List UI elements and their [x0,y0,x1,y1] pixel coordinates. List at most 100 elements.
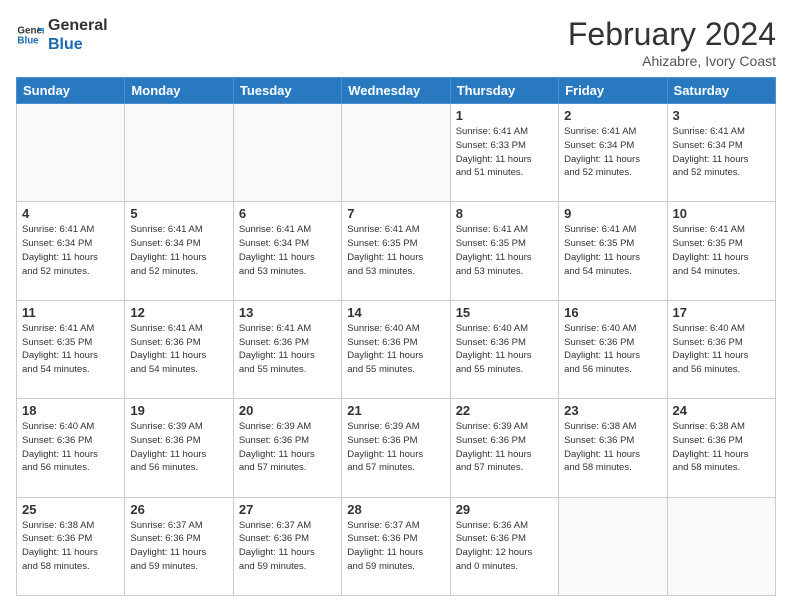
calendar-cell: 12 Sunrise: 6:41 AM Sunset: 6:36 PM Dayli… [125,300,233,398]
day-number: 15 [456,305,553,320]
calendar-cell: 2Sunrise: 6:41 AM Sunset: 6:34 PM Daylig… [559,104,667,202]
weekday-header-thursday: Thursday [450,78,558,104]
calendar-table: SundayMondayTuesdayWednesdayThursdayFrid… [16,77,776,596]
calendar-cell: 11 Sunrise: 6:41 AM Sunset: 6:35 PM Dayli… [17,300,125,398]
calendar-cell: 1 Sunrise: 6:41 AM Sunset: 6:33 PM Daylig… [450,104,558,202]
day-info: Sunrise: 6:41 AM Sunset: 6:35 PM Dayligh… [22,322,119,377]
calendar-cell: 7Sunrise: 6:41 AM Sunset: 6:35 PM Daylig… [342,202,450,300]
day-info: Sunrise: 6:37 AM Sunset: 6:36 PM Dayligh… [347,519,444,574]
day-number: 29 [456,502,553,517]
day-number: 10 [673,206,770,221]
weekday-header-saturday: Saturday [667,78,775,104]
day-info: Sunrise: 6:38 AM Sunset: 6:36 PM Dayligh… [673,420,770,475]
day-number: 12 [130,305,227,320]
calendar-cell: 20 Sunrise: 6:39 AM Sunset: 6:36 PM Dayli… [233,399,341,497]
calendar-cell: 19 Sunrise: 6:39 AM Sunset: 6:36 PM Dayli… [125,399,233,497]
calendar-cell [17,104,125,202]
day-number: 17 [673,305,770,320]
day-info: Sunrise: 6:41 AM Sunset: 6:36 PM Dayligh… [239,322,336,377]
calendar-cell: 17 Sunrise: 6:40 AM Sunset: 6:36 PM Dayli… [667,300,775,398]
day-info: Sunrise: 6:40 AM Sunset: 6:36 PM Dayligh… [456,322,553,377]
month-year: February 2024 [568,16,776,53]
header: General Blue General Blue February 2024 … [16,16,776,69]
day-number: 3 [673,108,770,123]
calendar-cell: 13 Sunrise: 6:41 AM Sunset: 6:36 PM Dayli… [233,300,341,398]
calendar-cell: 25 Sunrise: 6:38 AM Sunset: 6:36 PM Dayli… [17,497,125,595]
svg-text:Blue: Blue [17,36,39,47]
calendar-cell [559,497,667,595]
calendar-cell: 16Sunrise: 6:40 AM Sunset: 6:36 PM Dayli… [559,300,667,398]
location: Ahizabre, Ivory Coast [568,53,776,69]
day-info: Sunrise: 6:37 AM Sunset: 6:36 PM Dayligh… [130,519,227,574]
calendar-week-3: 11 Sunrise: 6:41 AM Sunset: 6:35 PM Dayli… [17,300,776,398]
day-number: 7 [347,206,444,221]
logo: General Blue General Blue [16,16,108,54]
day-info: Sunrise: 6:37 AM Sunset: 6:36 PM Dayligh… [239,519,336,574]
calendar-week-5: 25 Sunrise: 6:38 AM Sunset: 6:36 PM Dayli… [17,497,776,595]
day-info: Sunrise: 6:40 AM Sunset: 6:36 PM Dayligh… [673,322,770,377]
weekday-header-monday: Monday [125,78,233,104]
day-number: 4 [22,206,119,221]
day-info: Sunrise: 6:41 AM Sunset: 6:34 PM Dayligh… [130,223,227,278]
day-info: Sunrise: 6:41 AM Sunset: 6:36 PM Dayligh… [130,322,227,377]
day-number: 25 [22,502,119,517]
day-info: Sunrise: 6:38 AM Sunset: 6:36 PM Dayligh… [22,519,119,574]
day-number: 23 [564,403,661,418]
calendar-cell: 29 Sunrise: 6:36 AM Sunset: 6:36 PM Dayli… [450,497,558,595]
day-number: 22 [456,403,553,418]
day-number: 5 [130,206,227,221]
day-number: 13 [239,305,336,320]
day-info: Sunrise: 6:41 AM Sunset: 6:35 PM Dayligh… [673,223,770,278]
day-info: Sunrise: 6:39 AM Sunset: 6:36 PM Dayligh… [456,420,553,475]
logo-general: General [48,16,108,35]
day-number: 19 [130,403,227,418]
day-info: Sunrise: 6:41 AM Sunset: 6:34 PM Dayligh… [673,125,770,180]
day-number: 21 [347,403,444,418]
day-info: Sunrise: 6:41 AM Sunset: 6:34 PM Dayligh… [239,223,336,278]
day-info: Sunrise: 6:39 AM Sunset: 6:36 PM Dayligh… [239,420,336,475]
day-info: Sunrise: 6:36 AM Sunset: 6:36 PM Dayligh… [456,519,553,574]
day-info: Sunrise: 6:38 AM Sunset: 6:36 PM Dayligh… [564,420,661,475]
day-number: 1 [456,108,553,123]
calendar-cell: 3 Sunrise: 6:41 AM Sunset: 6:34 PM Daylig… [667,104,775,202]
calendar-cell: 4 Sunrise: 6:41 AM Sunset: 6:34 PM Daylig… [17,202,125,300]
calendar-cell: 28 Sunrise: 6:37 AM Sunset: 6:36 PM Dayli… [342,497,450,595]
calendar-cell: 14Sunrise: 6:40 AM Sunset: 6:36 PM Dayli… [342,300,450,398]
weekday-header-row: SundayMondayTuesdayWednesdayThursdayFrid… [17,78,776,104]
calendar-cell: 18 Sunrise: 6:40 AM Sunset: 6:36 PM Dayli… [17,399,125,497]
calendar-cell [667,497,775,595]
calendar-cell: 10 Sunrise: 6:41 AM Sunset: 6:35 PM Dayli… [667,202,775,300]
day-number: 9 [564,206,661,221]
calendar-cell: 21 Sunrise: 6:39 AM Sunset: 6:36 PM Dayli… [342,399,450,497]
day-number: 18 [22,403,119,418]
weekday-header-sunday: Sunday [17,78,125,104]
calendar-cell: 6 Sunrise: 6:41 AM Sunset: 6:34 PM Daylig… [233,202,341,300]
day-number: 8 [456,206,553,221]
calendar-cell: 9Sunrise: 6:41 AM Sunset: 6:35 PM Daylig… [559,202,667,300]
calendar-cell [125,104,233,202]
day-number: 20 [239,403,336,418]
day-info: Sunrise: 6:41 AM Sunset: 6:35 PM Dayligh… [456,223,553,278]
day-info: Sunrise: 6:41 AM Sunset: 6:33 PM Dayligh… [456,125,553,180]
calendar-cell: 15 Sunrise: 6:40 AM Sunset: 6:36 PM Dayli… [450,300,558,398]
calendar-cell: 5 Sunrise: 6:41 AM Sunset: 6:34 PM Daylig… [125,202,233,300]
day-info: Sunrise: 6:39 AM Sunset: 6:36 PM Dayligh… [347,420,444,475]
calendar-cell: 27Sunrise: 6:37 AM Sunset: 6:36 PM Dayli… [233,497,341,595]
day-number: 6 [239,206,336,221]
day-info: Sunrise: 6:41 AM Sunset: 6:34 PM Dayligh… [22,223,119,278]
weekday-header-tuesday: Tuesday [233,78,341,104]
calendar-cell: 24 Sunrise: 6:38 AM Sunset: 6:36 PM Dayli… [667,399,775,497]
day-number: 11 [22,305,119,320]
calendar-cell [233,104,341,202]
day-info: Sunrise: 6:39 AM Sunset: 6:36 PM Dayligh… [130,420,227,475]
logo-blue: Blue [48,35,108,54]
calendar-cell: 26Sunrise: 6:37 AM Sunset: 6:36 PM Dayli… [125,497,233,595]
day-number: 28 [347,502,444,517]
calendar-week-1: 1 Sunrise: 6:41 AM Sunset: 6:33 PM Daylig… [17,104,776,202]
title-block: February 2024 Ahizabre, Ivory Coast [568,16,776,69]
day-number: 24 [673,403,770,418]
calendar-cell: 8 Sunrise: 6:41 AM Sunset: 6:35 PM Daylig… [450,202,558,300]
day-info: Sunrise: 6:40 AM Sunset: 6:36 PM Dayligh… [564,322,661,377]
day-info: Sunrise: 6:41 AM Sunset: 6:34 PM Dayligh… [564,125,661,180]
day-info: Sunrise: 6:40 AM Sunset: 6:36 PM Dayligh… [22,420,119,475]
